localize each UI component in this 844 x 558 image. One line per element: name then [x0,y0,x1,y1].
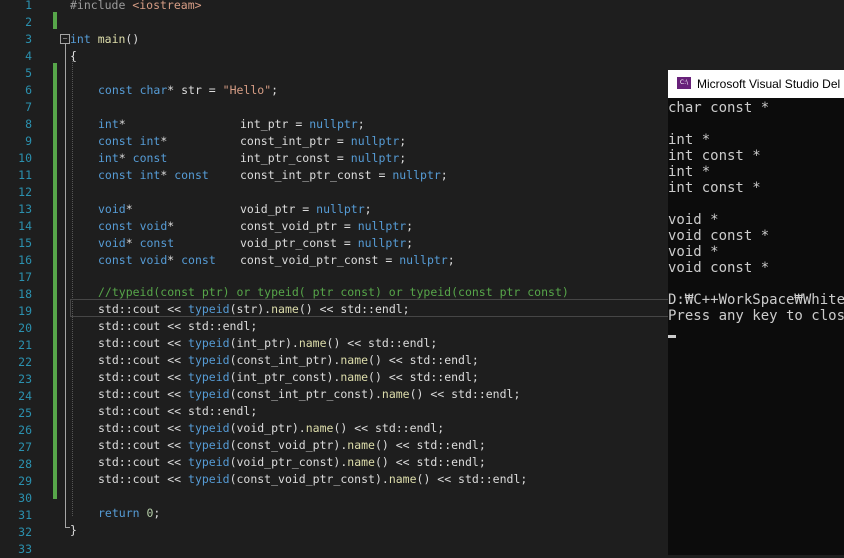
code-line: std::cout << typeid(void_ptr_const).name… [98,455,486,469]
console-output-line: char const * [668,100,770,116]
code-line: const_void_ptr = nullptr; [240,219,414,233]
line-number: 15 [18,236,32,250]
code-line: std::cout << typeid(const_void_ptr_const… [98,472,528,486]
line-number: 4 [25,49,32,63]
console-output-line: int const * [668,180,761,196]
line-number: 8 [25,117,32,131]
code-line: int* [98,117,126,131]
console-output-line: D:₩C++WorkSpace₩WhiteB [668,292,844,308]
code-line: const char* str = "Hello"; [98,83,279,97]
change-indicator-bar [53,12,57,29]
line-number: 9 [25,134,32,148]
line-number: 10 [18,151,32,165]
line-number: 24 [18,389,32,403]
console-title: Microsoft Visual Studio Del [697,77,841,91]
line-number: 22 [18,355,32,369]
visual-studio-console-icon: C:\ [677,77,691,89]
line-number: 3 [25,32,32,46]
line-number: 14 [18,219,32,233]
code-line: std::cout << typeid(str).name() << std::… [98,302,410,316]
code-line: int* const [98,151,168,165]
code-line: int main() [70,32,140,46]
collapse-icon[interactable]: − [60,34,70,44]
code-line: std::cout << typeid(void_ptr).name() << … [98,421,445,435]
indent-guide [72,56,73,516]
code-line: const_void_ptr_const = nullptr; [240,253,455,267]
code-line: int_ptr = nullptr; [240,117,365,131]
line-number: 19 [18,304,32,318]
line-number-gutter: 1 2 3 4 5 6 7 8 9 10 11 12 13 14 15 16 17 18 19 20 21 22 23 24 2… [0,0,40,556]
console-output-line: int const * [668,148,761,164]
code-line: std::cout << std::endl; [98,319,258,333]
console-output-line: void const * [668,260,770,276]
line-number: 33 [18,542,32,556]
line-number: 7 [25,100,32,114]
console-output-line: int * [668,132,711,148]
line-number: 23 [18,372,32,386]
code-line: std::cout << typeid(int_ptr).name() << s… [98,336,438,350]
line-number: 31 [18,508,32,522]
line-number: 26 [18,423,32,437]
line-number: 17 [18,270,32,284]
line-number: 25 [18,406,32,420]
code-line: #include <iostream> [70,0,202,12]
code-line: const_int_ptr = nullptr; [240,134,407,148]
code-line: const int* const [98,168,209,182]
fold-guide-end [64,527,70,528]
console-window[interactable]: C:\ Microsoft Visual Studio Del char con… [668,70,844,555]
change-indicator-bar [53,63,57,499]
code-line: std::cout << typeid(const_void_ptr).name… [98,438,486,452]
line-number: 32 [18,525,32,539]
line-number: 27 [18,440,32,454]
code-line: return 0; [98,506,161,520]
console-output-line: void * [668,212,719,228]
line-number: 21 [18,338,32,352]
code-line: void_ptr = nullptr; [240,202,372,216]
console-cursor [668,335,676,338]
code-line: void* const [98,236,175,250]
code-line: } [70,523,77,537]
code-line: std::cout << typeid(int_ptr_const).name(… [98,370,479,384]
code-line: std::cout << typeid(const_int_ptr).name(… [98,353,479,367]
console-output-line: void const * [668,228,770,244]
fold-guide-line [64,44,66,528]
console-output-line: void * [668,244,719,260]
line-number: 6 [25,83,32,97]
line-number: 20 [18,321,32,335]
code-line: int_ptr_const = nullptr; [240,151,407,165]
code-line: const void* [98,219,175,233]
line-number: 2 [25,15,32,29]
console-title-bar[interactable]: C:\ Microsoft Visual Studio Del [668,70,844,98]
line-number: 29 [18,474,32,488]
code-comment: //typeid(const ptr) or typeid( ptr const… [98,285,569,299]
code-line: const void* const [98,253,216,267]
line-number: 28 [18,457,32,471]
console-output-line: int * [668,164,711,180]
code-line: void* [98,202,133,216]
line-number: 1 [25,0,32,12]
code-line: { [70,49,77,63]
console-output-line: Press any key to close [668,308,844,324]
line-number: 5 [25,66,32,80]
code-line: std::cout << std::endl; [98,404,258,418]
line-number: 13 [18,202,32,216]
line-number: 30 [18,491,32,505]
line-number: 16 [18,253,32,267]
line-number: 18 [18,287,32,301]
line-number: 12 [18,185,32,199]
code-line: const_int_ptr_const = nullptr; [240,168,448,182]
line-number: 11 [18,168,32,182]
code-line: void_ptr_const = nullptr; [240,236,414,250]
code-line: std::cout << typeid(const_int_ptr_const)… [98,387,521,401]
code-line: const int* [98,134,168,148]
